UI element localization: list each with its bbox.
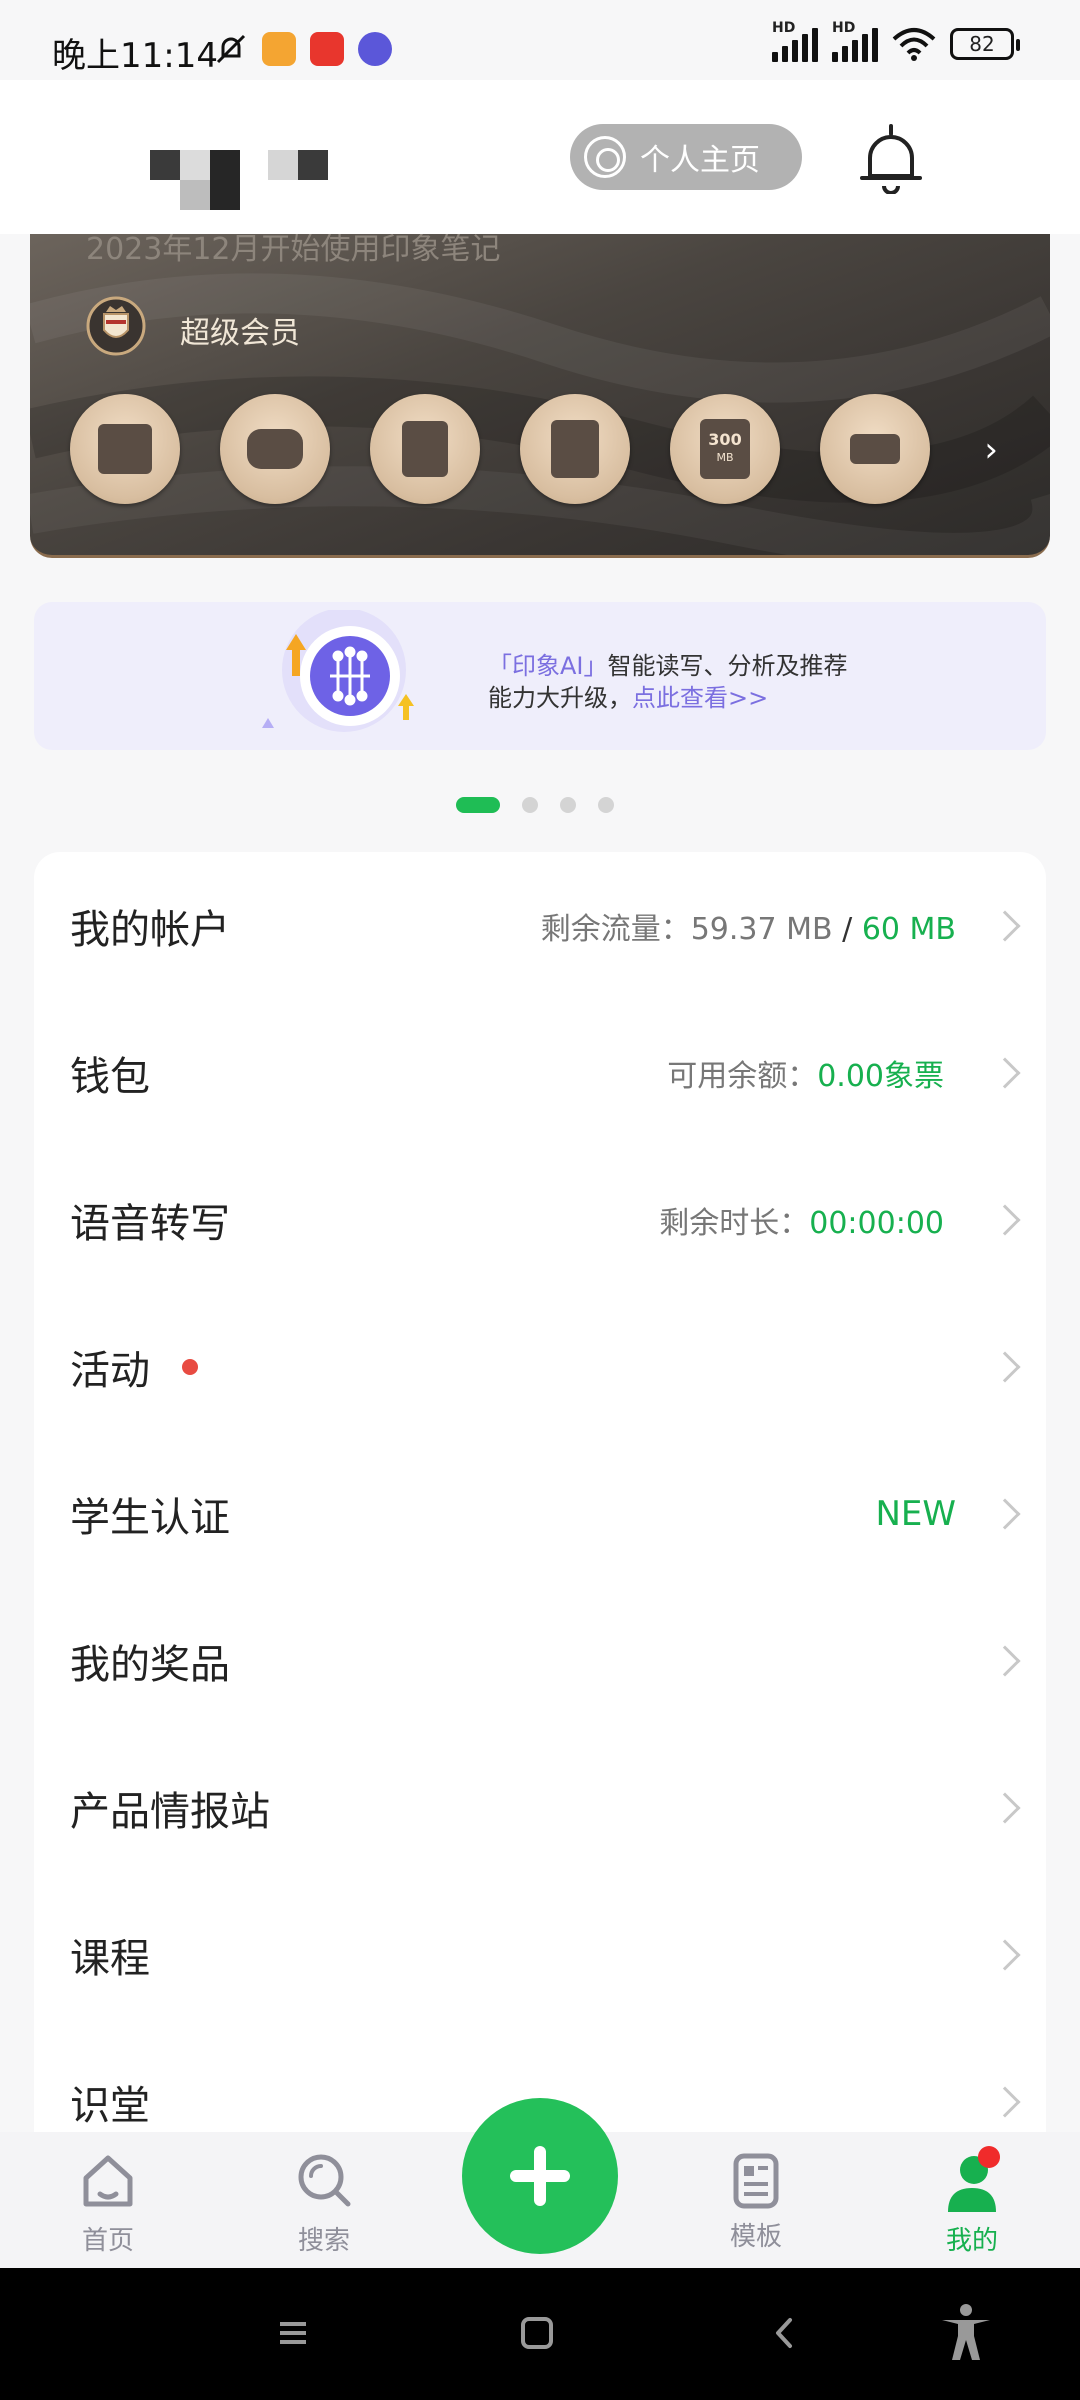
view-more-link[interactable]: 点此查看>> <box>632 684 768 712</box>
wan-app-icon <box>358 32 392 66</box>
wallet-balance: 可用余额：0.00象票 <box>667 1058 944 1094</box>
more-benefits-arrow[interactable]: › <box>984 430 998 470</box>
chevron-right-icon <box>989 1497 1021 1530</box>
profile-header: 个人主页 <box>0 80 1080 234</box>
template-icon[interactable] <box>370 394 480 504</box>
create-note-button[interactable] <box>462 2098 618 2254</box>
status-indicators: HD HD 82 <box>772 20 1020 62</box>
settings-list: 我的帐户 剩余流量：59.37 MB / 60 MB 钱包 可用余额：0.00象… <box>34 852 1046 2132</box>
list-item-events[interactable]: 活动 <box>34 1293 1046 1440</box>
member-since-text: 2023年12月开始使用印象笔记 <box>86 234 501 267</box>
chevron-right-icon <box>989 1644 1021 1677</box>
signal-icon: HD <box>772 20 818 62</box>
notification-badge <box>978 2146 1000 2168</box>
pager-dot-active[interactable] <box>456 797 500 813</box>
username-pixelated <box>150 150 330 220</box>
pager-dot[interactable] <box>560 797 576 813</box>
super-member-label: 超级会员 <box>180 316 300 351</box>
new-badge: NEW <box>875 1493 956 1534</box>
wifi-icon <box>892 28 936 61</box>
list-item-transcribe[interactable]: 语音转写 剩余时长：00:00:00 <box>34 1146 1046 1293</box>
tab-templates[interactable]: 模板 <box>696 2150 816 2260</box>
ai-promo-banner[interactable]: 「印象AI」智能读写、分析及推荐 能力大升级，点此查看>> <box>34 602 1046 750</box>
member-card[interactable]: 2023年12月开始使用印象笔记 超级会员 300 MB › <box>30 234 1050 558</box>
chevron-right-icon <box>989 909 1021 942</box>
chevron-right-icon <box>989 1056 1021 1089</box>
notes-app-icon <box>262 32 296 66</box>
ai-chip-icon <box>262 610 414 732</box>
list-item-account[interactable]: 我的帐户 剩余流量：59.37 MB / 60 MB <box>34 852 1046 999</box>
template-icon <box>733 2153 779 2209</box>
chevron-right-icon <box>989 2085 1021 2118</box>
accessibility-icon[interactable] <box>938 2302 994 2362</box>
carousel-pager <box>456 797 614 813</box>
storage-icon[interactable]: 300 MB <box>670 394 780 504</box>
news-app-icon <box>310 32 344 66</box>
search-icon <box>298 2154 351 2207</box>
face-icon <box>584 136 626 178</box>
bell-icon[interactable] <box>858 124 924 194</box>
list-item-prizes[interactable]: 我的奖品 <box>34 1587 1046 1734</box>
ai-banner-line2: 能力大升级，点此查看>> <box>488 684 769 712</box>
benefit-icons: 300 MB <box>70 394 930 504</box>
sync-icon[interactable] <box>70 394 180 504</box>
list-item-student[interactable]: 学生认证 NEW <box>34 1440 1046 1587</box>
chevron-right-icon <box>989 1938 1021 1971</box>
status-bar: 晚上11:14 HD HD 82 <box>0 0 1080 80</box>
transcribe-remaining: 剩余时长：00:00:00 <box>659 1205 944 1241</box>
evernote-icon[interactable] <box>520 394 630 504</box>
tab-search[interactable]: 搜索 <box>264 2150 384 2260</box>
ai-banner-line1: 「印象AI」智能读写、分析及推荐 <box>488 652 848 680</box>
scan-icon[interactable] <box>820 394 930 504</box>
chevron-right-icon <box>989 1350 1021 1383</box>
mute-icon <box>214 32 248 66</box>
list-item-product-news[interactable]: 产品情报站 <box>34 1734 1046 1881</box>
pager-dot[interactable] <box>522 797 538 813</box>
list-item-wallet[interactable]: 钱包 可用余额：0.00象票 <box>34 999 1046 1146</box>
clock: 晚上11:14 <box>52 36 218 76</box>
signal-icon-2: HD <box>832 20 878 62</box>
tab-mine[interactable]: 我的 <box>912 2150 1032 2260</box>
notification-icons <box>214 32 392 66</box>
tab-home[interactable]: 首页 <box>48 2150 168 2260</box>
back-icon[interactable] <box>760 2308 810 2358</box>
pager-dot[interactable] <box>598 797 614 813</box>
mindmap-icon[interactable] <box>220 394 330 504</box>
menu-icon[interactable] <box>268 2308 318 2358</box>
chevron-right-icon <box>989 1203 1021 1236</box>
home-square-icon[interactable] <box>512 2308 562 2358</box>
new-indicator-dot <box>182 1358 198 1375</box>
system-navigation-bar <box>0 2268 1080 2400</box>
home-icon <box>83 2155 133 2207</box>
list-item-courses[interactable]: 课程 <box>34 1881 1046 2028</box>
personal-homepage-button[interactable]: 个人主页 <box>570 124 802 190</box>
battery-icon: 82 <box>950 28 1020 60</box>
chevron-right-icon <box>989 1791 1021 1824</box>
crown-shield-icon <box>86 296 146 356</box>
traffic-remaining: 剩余流量：59.37 MB / 60 MB <box>540 911 956 947</box>
